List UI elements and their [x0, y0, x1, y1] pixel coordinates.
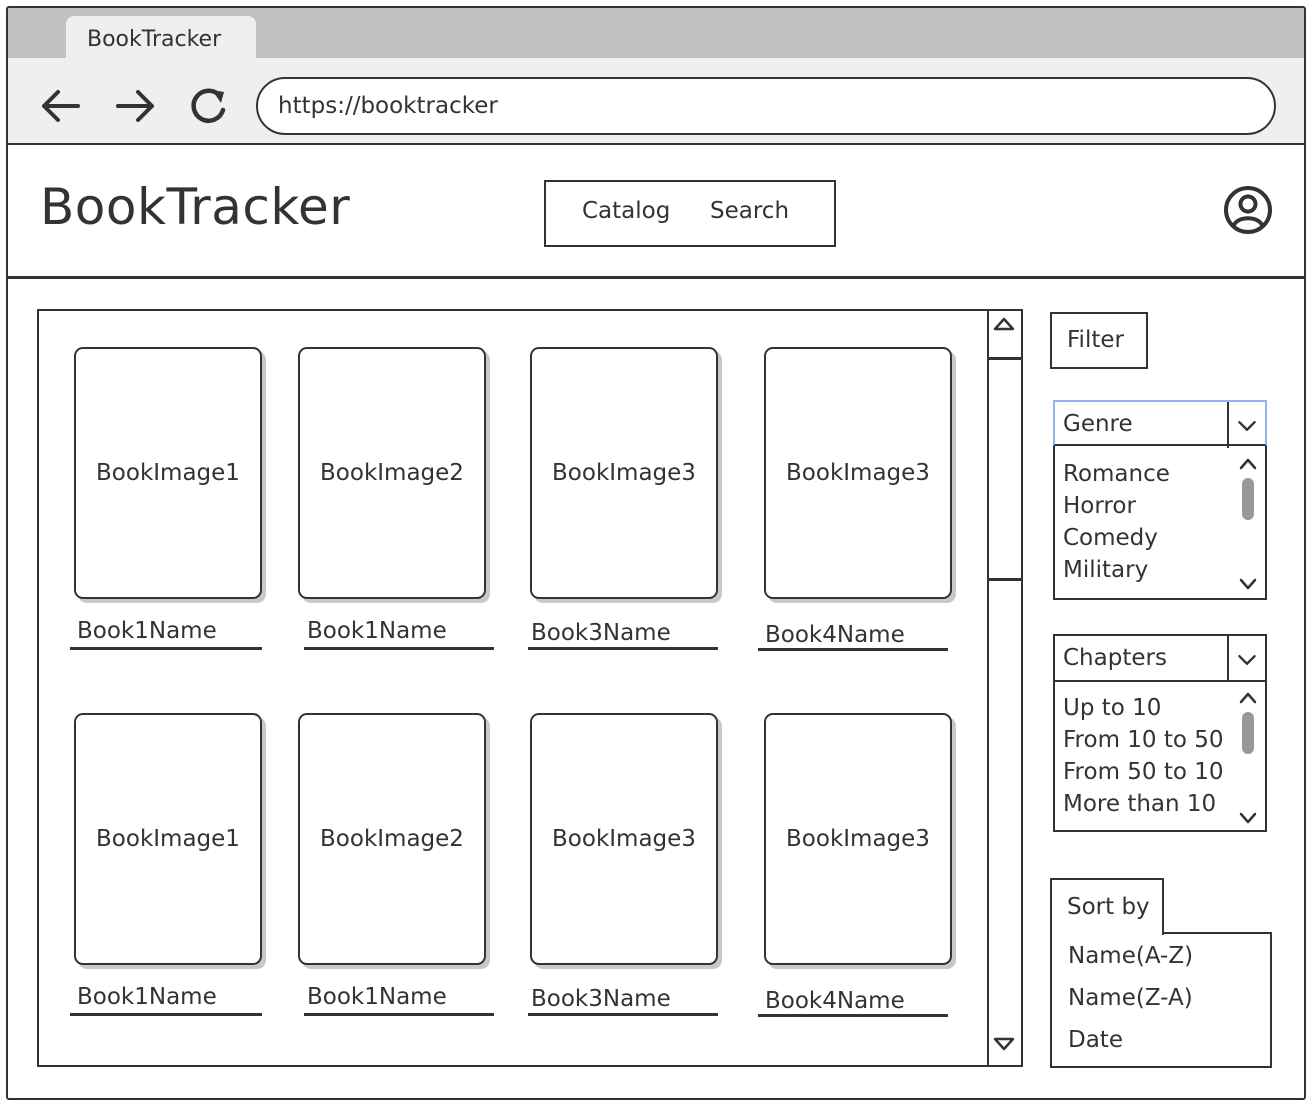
book-name[interactable]: Book4Name	[765, 622, 905, 648]
chapters-options: Up to 10 From 10 to 50 From 50 to 10 Mor…	[1063, 692, 1223, 820]
scroll-up-icon[interactable]	[993, 316, 1015, 332]
book-name-underline	[758, 648, 948, 651]
url-bar[interactable]: https://booktracker	[256, 77, 1276, 135]
book-name[interactable]: Book1Name	[307, 984, 447, 1010]
book-name-underline	[70, 647, 262, 650]
genre-dropdown[interactable]: Genre Romance Horror Comedy Military	[1053, 400, 1267, 600]
book-card-image[interactable]: BookImage2	[298, 713, 486, 965]
filter-button[interactable]: Filter	[1050, 312, 1148, 369]
book-card-image[interactable]: BookImage3	[530, 713, 718, 965]
sort-option-name-desc[interactable]: Name(Z-A)	[1068, 985, 1193, 1011]
chapters-option[interactable]: From 50 to 10	[1063, 756, 1223, 788]
genre-option[interactable]: Military	[1063, 554, 1223, 586]
scroll-down-icon[interactable]	[993, 1036, 1015, 1052]
book-card-image[interactable]: BookImage3	[764, 713, 952, 965]
scrollbar-thumb-bottom	[987, 578, 1023, 581]
book-name-underline	[758, 1014, 948, 1017]
chapters-option[interactable]: Up to 10	[1063, 692, 1223, 724]
sort-option-name-asc[interactable]: Name(A-Z)	[1068, 943, 1193, 969]
book-card-image[interactable]: BookImage1	[74, 713, 262, 965]
arrow-left-icon[interactable]	[38, 84, 82, 128]
book-name-underline	[304, 1013, 494, 1016]
reload-icon[interactable]	[186, 84, 230, 128]
book-name[interactable]: Book4Name	[765, 988, 905, 1014]
book-name-underline	[528, 1013, 718, 1016]
scrollbar-thumb-top	[987, 357, 1023, 360]
book-name-underline	[528, 647, 718, 650]
arrow-right-icon[interactable]	[114, 84, 158, 128]
book-name[interactable]: Book1Name	[307, 618, 447, 644]
chapters-option[interactable]: More than 10	[1063, 788, 1223, 820]
header-divider	[6, 276, 1306, 279]
sort-option-date[interactable]: Date	[1068, 1027, 1123, 1053]
book-name[interactable]: Book3Name	[531, 986, 671, 1012]
genre-option[interactable]: Romance	[1063, 458, 1223, 490]
sort-by-tab[interactable]: Sort by	[1050, 878, 1164, 935]
book-card-image[interactable]: BookImage3	[530, 347, 718, 599]
nav-catalog[interactable]: Catalog	[582, 198, 670, 224]
site-logo[interactable]: BookTracker	[40, 178, 350, 236]
nav-search[interactable]: Search	[710, 198, 789, 224]
chapters-list-scrollbar[interactable]	[1233, 688, 1263, 830]
book-card-image[interactable]: BookImage3	[764, 347, 952, 599]
genre-option[interactable]: Horror	[1063, 490, 1223, 522]
chapters-option[interactable]: From 10 to 50	[1063, 724, 1223, 756]
chapters-dropdown[interactable]: Chapters Up to 10 From 10 to 50 From 50 …	[1053, 634, 1267, 832]
book-card-image[interactable]: BookImage2	[298, 347, 486, 599]
book-name-underline	[304, 647, 494, 650]
book-name-underline	[70, 1013, 262, 1016]
catalog-scrollbar[interactable]	[987, 309, 1023, 1067]
genre-options: Romance Horror Comedy Military	[1063, 458, 1223, 586]
genre-option[interactable]: Comedy	[1063, 522, 1223, 554]
book-card-image[interactable]: BookImage1	[74, 347, 262, 599]
genre-list-scrollbar[interactable]	[1233, 454, 1263, 596]
user-circle-icon[interactable]	[1222, 184, 1274, 236]
browser-tab[interactable]: BookTracker	[66, 16, 256, 60]
book-name[interactable]: Book3Name	[531, 620, 671, 646]
chevron-down-icon[interactable]	[1227, 636, 1265, 682]
book-name[interactable]: Book1Name	[77, 984, 217, 1010]
chevron-down-icon[interactable]	[1227, 402, 1265, 448]
book-name[interactable]: Book1Name	[77, 618, 217, 644]
